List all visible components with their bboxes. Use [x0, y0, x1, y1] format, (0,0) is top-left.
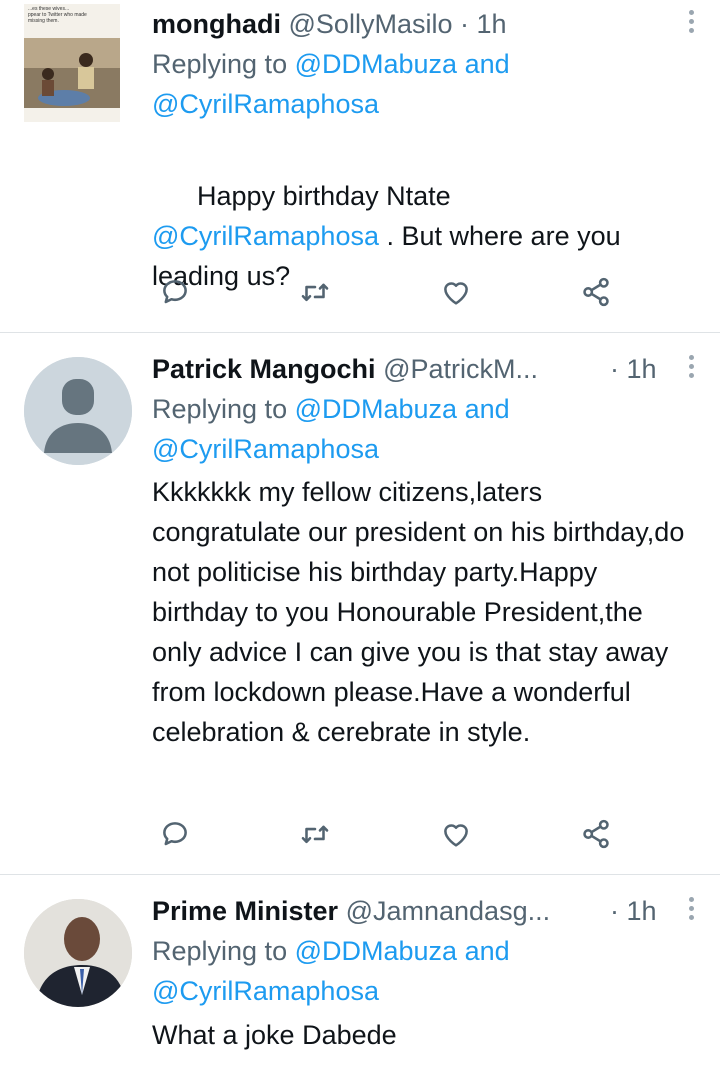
mention-link[interactable]: @DDMabuza [295, 936, 457, 966]
handle[interactable]: @Jamnandasg... [346, 896, 551, 926]
replying-to: Replying to @DDMabuza and @CyrilRamaphos… [152, 936, 510, 1006]
mention-link[interactable]: @CyrilRamaphosa [152, 221, 379, 251]
display-name[interactable]: monghadi [152, 9, 281, 39]
timestamp[interactable]: · 1h [610, 349, 657, 389]
share-icon[interactable] [576, 814, 616, 854]
default-profile-icon [24, 357, 132, 465]
avatar-caption: ...es these wives... ppear to Twitter wh… [28, 6, 87, 24]
display-name[interactable]: Prime Minister [152, 896, 338, 926]
avatar-photo [24, 899, 132, 1007]
tweet-header: monghadi @SollyMasilo · 1h [152, 4, 697, 44]
mention-link[interactable]: @CyrilRamaphosa [152, 434, 379, 464]
mention-link[interactable]: @DDMabuza [295, 49, 457, 79]
tweet-3[interactable]: Prime Minister @Jamnandasg... · 1h Reply… [0, 875, 720, 1068]
tweet-1[interactable]: ...es these wives... ppear to Twitter wh… [0, 0, 720, 332]
reply-icon[interactable] [155, 272, 195, 312]
avatar-photo [24, 38, 120, 108]
tweet-actions [155, 814, 615, 854]
replying-to: Replying to @DDMabuza and @CyrilRamaphos… [152, 394, 510, 464]
tweet-header: Patrick Mangochi @PatrickM... · 1h [152, 349, 697, 389]
replying-to: Replying to @DDMabuza and @CyrilRamaphos… [152, 49, 510, 119]
mention-link[interactable]: @DDMabuza [295, 394, 457, 424]
handle[interactable]: @SollyMasilo [289, 9, 453, 39]
tweet-header: Prime Minister @Jamnandasg... · 1h [152, 891, 697, 931]
mention-link[interactable]: @CyrilRamaphosa [152, 976, 379, 1006]
tweet-text: What a joke Dabede [152, 1020, 397, 1050]
more-options-icon[interactable] [685, 897, 697, 924]
retweet-icon[interactable] [295, 272, 335, 312]
timestamp[interactable]: · 1h [610, 891, 657, 931]
timestamp[interactable]: · 1h [460, 9, 507, 39]
share-icon[interactable] [576, 272, 616, 312]
like-icon[interactable] [436, 814, 476, 854]
display-name[interactable]: Patrick Mangochi [152, 354, 376, 384]
retweet-icon[interactable] [295, 814, 335, 854]
avatar-monghadi[interactable]: ...es these wives... ppear to Twitter wh… [24, 4, 120, 122]
avatar-prime-minister[interactable] [24, 899, 132, 1007]
reply-icon[interactable] [155, 814, 195, 854]
tweet-actions [155, 272, 615, 312]
more-options-icon[interactable] [685, 355, 697, 382]
mention-link[interactable]: @CyrilRamaphosa [152, 89, 379, 119]
more-options-icon[interactable] [685, 10, 697, 37]
avatar-default[interactable] [24, 357, 132, 465]
like-icon[interactable] [436, 272, 476, 312]
tweet-text: Kkkkkkk my fellow citizens,laters congra… [152, 477, 692, 747]
handle[interactable]: @PatrickM... [383, 354, 538, 384]
tweet-2[interactable]: Patrick Mangochi @PatrickM... · 1h Reply… [0, 333, 720, 874]
